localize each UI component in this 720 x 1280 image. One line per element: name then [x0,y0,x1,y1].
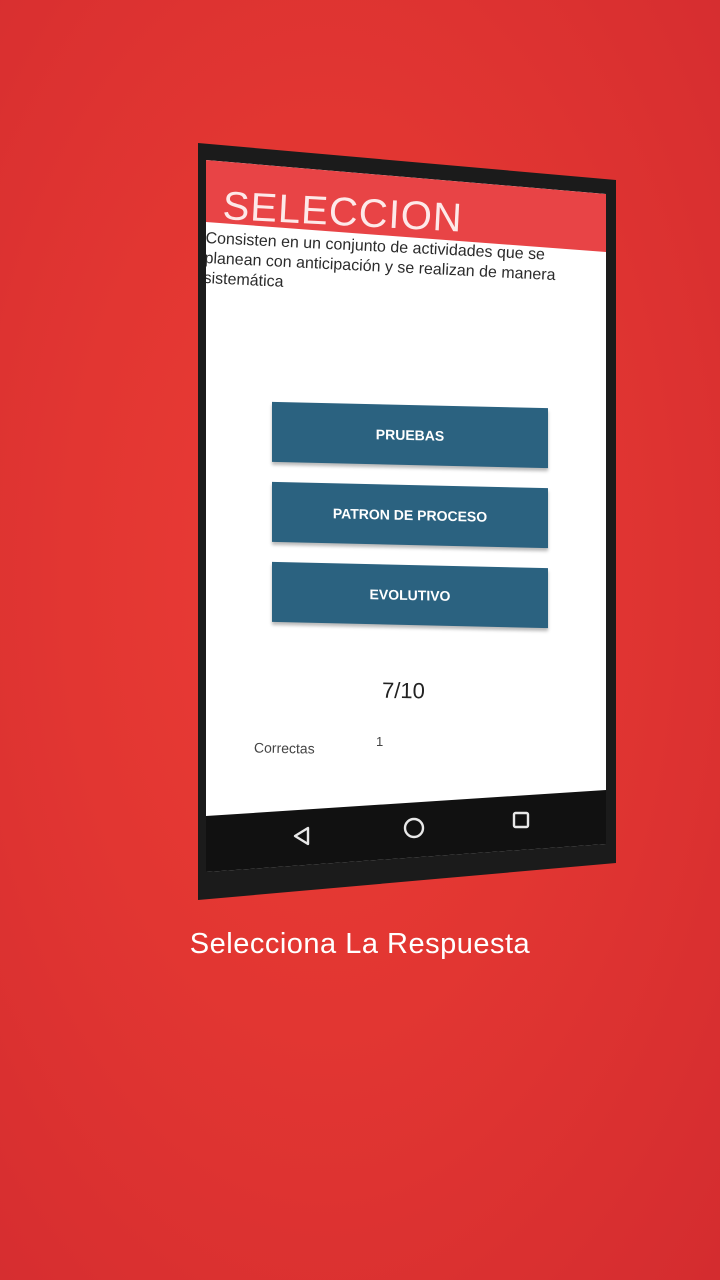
answer-button-pruebas[interactable]: PRUEBAS [272,401,548,469]
score-counter: 7/10 [381,677,426,704]
answer-list: PRUEBAS PATRON DE PROCESO EVOLUTIVO [206,160,606,872]
app-screen: SELECCION Consisten en un conjunto de ac… [206,160,606,872]
correct-value: 1 [376,734,384,749]
answer-button-patron-de-proceso[interactable]: PATRON DE PROCESO [272,481,548,549]
recents-square-icon[interactable] [507,806,535,834]
caption-text: Selecciona La Respuesta [189,928,531,960]
home-circle-icon[interactable] [400,814,428,842]
answer-button-evolutivo[interactable]: EVOLUTIVO [272,561,548,629]
correct-label: Correctas [253,739,315,757]
back-triangle-icon[interactable] [288,822,316,850]
